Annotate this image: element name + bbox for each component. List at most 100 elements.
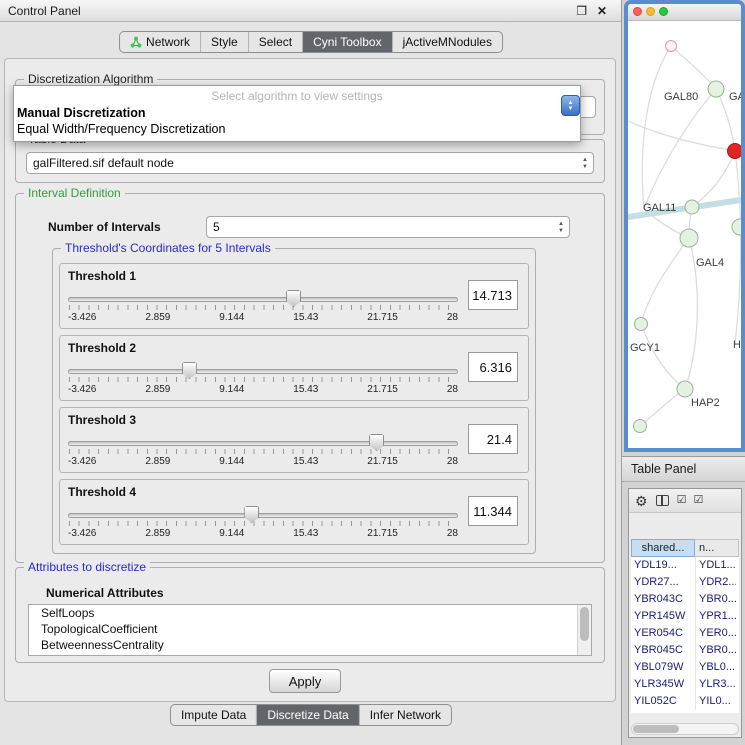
threshold-value-field[interactable]: 21.4 [468,424,518,454]
tab-network[interactable]: Network [120,32,200,52]
threshold-3-panel: Threshold 3 21.4 -3.4262.8599.14415.4321… [59,407,529,473]
scale-label: -3.426 [68,456,96,467]
scrollbar-thumb[interactable] [580,607,589,641]
cell-name[interactable]: YIL0... [695,693,736,710]
threshold-slider[interactable]: -3.4262.8599.14415.4321.71528 [68,360,458,400]
close-window-icon[interactable]: ✕ [597,0,607,22]
scale-label: 9.144 [219,528,244,539]
node-bottom-left[interactable] [634,420,647,433]
group-title: Discretization Algorithm [24,72,157,86]
node-hap2[interactable] [677,381,693,397]
cell-name[interactable]: YER0... [695,625,736,642]
threshold-value-field[interactable]: 14.713 [468,280,518,310]
close-traffic-light[interactable] [633,7,642,16]
threshold-slider[interactable]: -3.4262.8599.14415.4321.71528 [68,288,458,328]
table-panel-header[interactable]: Table Panel [622,456,745,482]
slider-ticks [69,449,458,454]
minimize-traffic-light[interactable] [646,7,655,16]
node-edge-right[interactable] [732,219,741,235]
number-of-intervals-combo[interactable]: 5 ▲▼ [206,216,570,238]
scale-label: 2.859 [145,312,170,323]
tab-style[interactable]: Style [200,32,248,52]
table-horizontal-scrollbar[interactable] [631,723,739,735]
combo-arrows-icon: ▲▼ [582,157,588,171]
algorithm-combo-button[interactable]: ▲ ▼ [561,95,580,116]
node-pink[interactable] [666,41,677,52]
column-header-shared-name[interactable]: shared... [631,539,695,557]
table-row[interactable]: YBR045C YBR0... [631,642,739,659]
select-all-icon[interactable]: ☑ [677,495,686,506]
slider-track[interactable] [68,297,458,302]
cell-name[interactable]: YBL0... [695,659,736,676]
numerical-attributes-list[interactable]: SelfLoopsTopologicalCoefficientBetweenne… [28,604,592,656]
table-body[interactable]: YDL19... YDL1... YDR27... YDR2... YBR043… [631,557,739,713]
cell-name[interactable]: YDR2... [695,574,736,591]
tab-jactivemnodules[interactable]: jActiveMNodules [392,32,502,52]
cell-shared-name[interactable]: YPR145W [631,608,695,625]
tab-select[interactable]: Select [248,32,302,52]
table-row[interactable]: YER054C YER0... [631,625,739,642]
cell-shared-name[interactable]: YIL052C [631,693,695,710]
node-gal4[interactable] [680,229,698,247]
table-data-combo[interactable]: galFiltered.sif default node ▲▼ [26,152,594,174]
cell-shared-name[interactable]: YBL079W [631,659,695,676]
slider-track[interactable] [68,441,458,446]
cell-shared-name[interactable]: YDR27... [631,574,695,591]
node-gal80[interactable] [708,81,724,97]
tab-discretize-data[interactable]: Discretize Data [256,705,358,725]
table-row[interactable]: YDR27... YDR2... [631,574,739,591]
scale-label: 21.715 [367,456,398,467]
cell-name[interactable]: YBR0... [695,591,736,608]
column-header-name[interactable]: n... [695,539,739,557]
slider-track[interactable] [68,369,458,374]
apply-button[interactable]: Apply [269,669,341,693]
node-gal11[interactable] [685,200,699,214]
group-title: Threshold's Coordinates for 5 Intervals [61,241,275,255]
cell-shared-name[interactable]: YDL19... [631,557,695,574]
node-label: GAL80 [664,91,698,103]
float-window-icon[interactable]: ❐ [576,0,587,22]
tab-infer-network[interactable]: Infer Network [359,705,451,725]
table-row[interactable]: YIL052C YIL0... [631,693,739,710]
cell-shared-name[interactable]: YER054C [631,625,695,642]
zoom-traffic-light[interactable] [659,7,668,16]
scale-label: 2.859 [145,384,170,395]
scrollbar-thumb[interactable] [633,725,679,733]
tab-label: Cyni Toolbox [313,35,381,49]
list-item[interactable]: TopologicalCoefficient [29,621,591,637]
table-row[interactable]: YPR145W YPR1... [631,608,739,625]
list-item[interactable]: BetweennessCentrality [29,637,591,653]
cell-shared-name[interactable]: YBR043C [631,591,695,608]
tab-impute-data[interactable]: Impute Data [171,705,256,725]
scale-label: 21.715 [367,528,398,539]
list-item[interactable]: SelfLoops [29,605,591,621]
dropdown-option-manual-discretization[interactable]: Manual Discretization [14,105,580,121]
scale-label: 9.144 [219,312,244,323]
table-row[interactable]: YDL19... YDL1... [631,557,739,574]
list-vertical-scrollbar[interactable] [577,605,591,655]
table-row[interactable]: YBL079W YBL0... [631,659,739,676]
threshold-value-field[interactable]: 6.316 [468,352,518,382]
slider-scale: -3.4262.8599.14415.4321.71528 [68,384,458,395]
node-gcy1[interactable] [635,318,648,331]
cell-shared-name[interactable]: YBR045C [631,642,695,659]
cell-name[interactable]: YLR3... [695,676,736,693]
tab-cyni-toolbox[interactable]: Cyni Toolbox [302,32,391,52]
threshold-label: Threshold 2 [68,341,136,355]
table-row[interactable]: YLR345W YLR3... [631,676,739,693]
cell-shared-name[interactable]: YLR345W [631,676,695,693]
table-row[interactable]: YBR043C YBR0... [631,591,739,608]
gear-icon[interactable]: ⚙ [635,494,648,508]
cell-name[interactable]: YPR1... [695,608,736,625]
dropdown-option-equal-width-frequency[interactable]: Equal Width/Frequency Discretization [14,121,580,137]
slider-track[interactable] [68,513,458,518]
cell-name[interactable]: YDL1... [695,557,736,574]
network-canvas[interactable]: GAL80 GAL11 GAL4 GCY1 HAP2 GA H [628,21,741,448]
threshold-slider[interactable]: -3.4262.8599.14415.4321.71528 [68,504,458,544]
threshold-slider[interactable]: -3.4262.8599.14415.4321.71528 [68,432,458,472]
node-red-selected[interactable] [728,144,742,159]
columns-icon[interactable] [656,495,669,506]
select-columns-icon[interactable]: ☑ [693,495,702,506]
cell-name[interactable]: YBR0... [695,642,736,659]
threshold-value-field[interactable]: 11.344 [468,496,518,526]
